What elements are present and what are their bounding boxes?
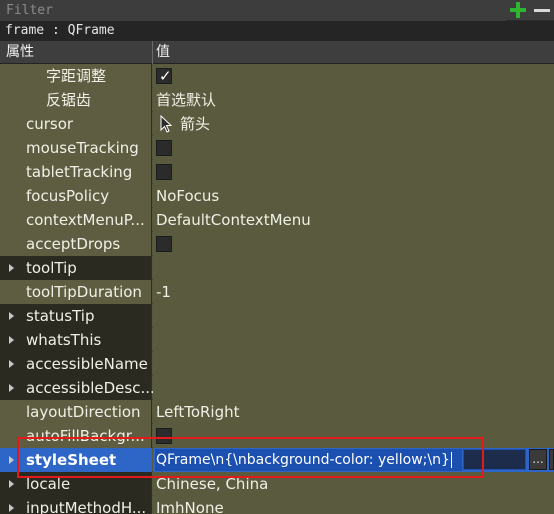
property-label: accessibleName	[26, 355, 148, 373]
property-value: -1	[156, 283, 171, 301]
minus-icon	[534, 8, 550, 12]
property-value: ImhNone	[156, 499, 224, 514]
table-row[interactable]: acceptDrops	[0, 232, 554, 256]
property-label: inputMethodH...	[26, 499, 147, 514]
expand-arrow-icon[interactable]	[9, 456, 14, 464]
property-label: acceptDrops	[26, 235, 121, 253]
check-icon: ✓	[159, 67, 172, 85]
reset-button[interactable]	[549, 449, 554, 470]
property-value: DefaultContextMenu	[156, 211, 311, 229]
plus-icon	[510, 2, 526, 18]
property-label: tabletTracking	[26, 163, 133, 181]
property-label: layoutDirection	[26, 403, 141, 421]
expand-arrow-icon[interactable]	[9, 336, 14, 344]
table-row[interactable]: contextMenuP... DefaultContextMenu	[0, 208, 554, 232]
expand-arrow-icon[interactable]	[9, 360, 14, 368]
header-value[interactable]: 值	[156, 41, 170, 64]
table-row[interactable]: whatsThis	[0, 328, 554, 352]
table-row[interactable]: locale Chinese, China	[0, 472, 554, 496]
table-row[interactable]: toolTip	[0, 256, 554, 280]
property-value: NoFocus	[156, 187, 220, 205]
table-row[interactable]: 字距调整 ✓	[0, 64, 554, 88]
expand-arrow-icon[interactable]	[9, 480, 14, 488]
property-label: accessibleDesc...	[26, 379, 155, 397]
property-label: contextMenuP...	[26, 211, 145, 229]
table-row[interactable]: statusTip	[0, 304, 554, 328]
table-row[interactable]: toolTipDuration -1	[0, 280, 554, 304]
accept-drops-checkbox[interactable]	[156, 236, 172, 252]
expand-arrow-icon[interactable]	[9, 264, 14, 272]
property-label: styleSheet	[26, 451, 117, 469]
property-label: focusPolicy	[26, 187, 110, 205]
add-button[interactable]	[508, 0, 528, 20]
table-row[interactable]: 反锯齿 首选默认	[0, 88, 554, 112]
property-label: autoFillBackgr...	[26, 427, 145, 445]
table-row-stylesheet[interactable]: styleSheet QFrame\n{\nbackground-color: …	[0, 448, 554, 472]
expand-arrow-icon[interactable]	[9, 504, 14, 512]
table-header: 属性 值	[0, 41, 554, 64]
table-row[interactable]: accessibleName	[0, 352, 554, 376]
mouse-tracking-checkbox[interactable]	[156, 140, 172, 156]
property-label: whatsThis	[26, 331, 102, 349]
property-label: toolTip	[26, 259, 77, 277]
property-value: LeftToRight	[156, 403, 240, 421]
property-value: Chinese, China	[156, 475, 269, 493]
expand-arrow-icon[interactable]	[9, 312, 14, 320]
auto-fill-background-checkbox[interactable]	[156, 428, 172, 444]
property-table: 字距调整 ✓ 反锯齿 首选默认 cursor 箭头 mouseTracking …	[0, 64, 554, 514]
property-label: statusTip	[26, 307, 95, 325]
header-property[interactable]: 属性	[6, 41, 34, 64]
filter-input[interactable]	[0, 0, 506, 21]
property-value: 首选默认	[156, 91, 217, 109]
text-caret	[450, 452, 452, 468]
property-label: toolTipDuration	[26, 283, 142, 301]
table-row[interactable]: cursor 箭头	[0, 112, 554, 136]
stylesheet-editor[interactable]: QFrame\n{\nbackground-color: yellow;\n}	[155, 449, 462, 471]
stylesheet-text: QFrame\n{\nbackground-color: yellow;\n}	[156, 452, 450, 468]
table-row[interactable]: accessibleDesc...	[0, 376, 554, 400]
object-name-label: frame : QFrame	[0, 21, 554, 41]
property-label: 反锯齿	[46, 91, 92, 109]
expand-arrow-icon[interactable]	[9, 384, 14, 392]
table-row[interactable]: focusPolicy NoFocus	[0, 184, 554, 208]
kerning-checkbox[interactable]: ✓	[156, 67, 172, 85]
property-label: cursor	[26, 115, 74, 133]
property-label: mouseTracking	[26, 139, 139, 157]
table-row[interactable]: layoutDirection LeftToRight	[0, 400, 554, 424]
property-label: 字距调整	[46, 67, 107, 85]
tablet-tracking-checkbox[interactable]	[156, 164, 172, 180]
edit-stylesheet-button[interactable]: ...	[529, 449, 547, 470]
header-separator[interactable]	[152, 41, 153, 64]
property-label: locale	[26, 475, 71, 493]
stylesheet-field[interactable]	[463, 449, 526, 470]
table-row[interactable]: tabletTracking	[0, 160, 554, 184]
table-row[interactable]: mouseTracking	[0, 136, 554, 160]
arrow-cursor-icon	[160, 115, 172, 133]
filter-bar	[0, 0, 554, 21]
table-row[interactable]: autoFillBackgr...	[0, 424, 554, 448]
remove-button[interactable]	[532, 0, 552, 20]
property-value: 箭头	[180, 115, 211, 133]
table-row[interactable]: inputMethodH... ImhNone	[0, 496, 554, 514]
